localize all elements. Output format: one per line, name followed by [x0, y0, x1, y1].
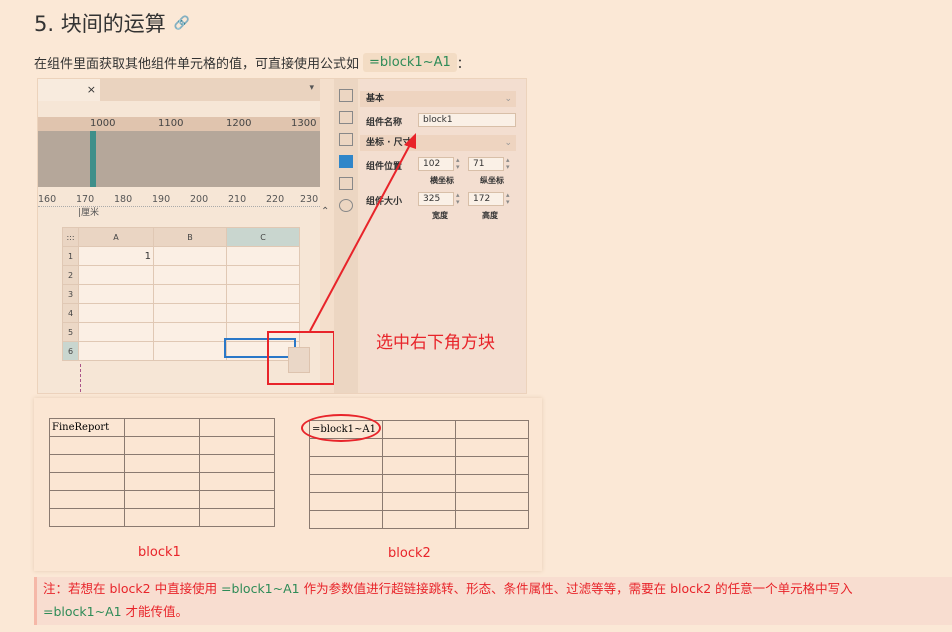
red-arrow [309, 133, 416, 332]
intro-paragraph: 在组件里面获取其他组件单元格的值，可直接使用公式如 =block1~A1 ： [34, 53, 470, 72]
formula-highlight [301, 414, 381, 442]
cell [382, 456, 456, 475]
cell [199, 454, 275, 473]
cell [382, 420, 456, 439]
cell [49, 436, 125, 455]
cell [455, 438, 529, 457]
cell [49, 508, 125, 527]
cell [309, 456, 383, 475]
cell [124, 472, 200, 491]
cell [309, 510, 383, 529]
link-icon[interactable]: 🔗 [174, 16, 190, 31]
note-code-1: =block1~A1 [221, 581, 300, 596]
cell [124, 490, 200, 509]
cell [382, 438, 456, 457]
note-box: 注：若想在 block2 中直接使用 =block1~A1 作为参数值进行超链接… [34, 577, 952, 625]
note-text-3: 才能传值。 [121, 604, 189, 619]
block1-table: FineReport [49, 418, 275, 527]
heading-title: 5. 块间的运算 [34, 12, 166, 36]
cell [309, 492, 383, 511]
cell [455, 456, 529, 475]
block1-label: block1 [138, 545, 181, 560]
intro-code: =block1~A1 [363, 53, 457, 72]
cell [455, 420, 529, 439]
cell [455, 474, 529, 493]
block1-a1: FineReport [49, 418, 125, 437]
cell [124, 418, 200, 437]
cell [199, 418, 275, 437]
cell [382, 492, 456, 511]
intro-suffix: ： [456, 57, 470, 72]
block2-label: block2 [388, 546, 431, 561]
cell [49, 490, 125, 509]
note-text-2: 作为参数值进行超链接跳转、形态、条件属性、过滤等等，需要在 block2 的任意… [299, 581, 853, 596]
cell [49, 454, 125, 473]
cell [199, 490, 275, 509]
cell [199, 508, 275, 527]
cell [309, 474, 383, 493]
cell [382, 474, 456, 493]
designer-screenshot: × ▾ 1000 1100 1200 1300 160 170 180 190 … [38, 79, 526, 393]
preview-screenshot: FineReport =block1~A1 block1 block2 [34, 398, 542, 571]
cell [382, 510, 456, 529]
intro-text: 在组件里面获取其他组件单元格的值，可直接使用公式如 [34, 57, 360, 72]
cell [124, 436, 200, 455]
cell [124, 508, 200, 527]
cell [455, 492, 529, 511]
cell [199, 436, 275, 455]
note-code-2: =block1~A1 [43, 604, 122, 619]
cell [455, 510, 529, 529]
section-heading: 5. 块间的运算 🔗 [34, 8, 190, 38]
cell [124, 454, 200, 473]
cell [199, 472, 275, 491]
cell [49, 472, 125, 491]
note-text-1: 注：若想在 block2 中直接使用 [43, 581, 222, 596]
